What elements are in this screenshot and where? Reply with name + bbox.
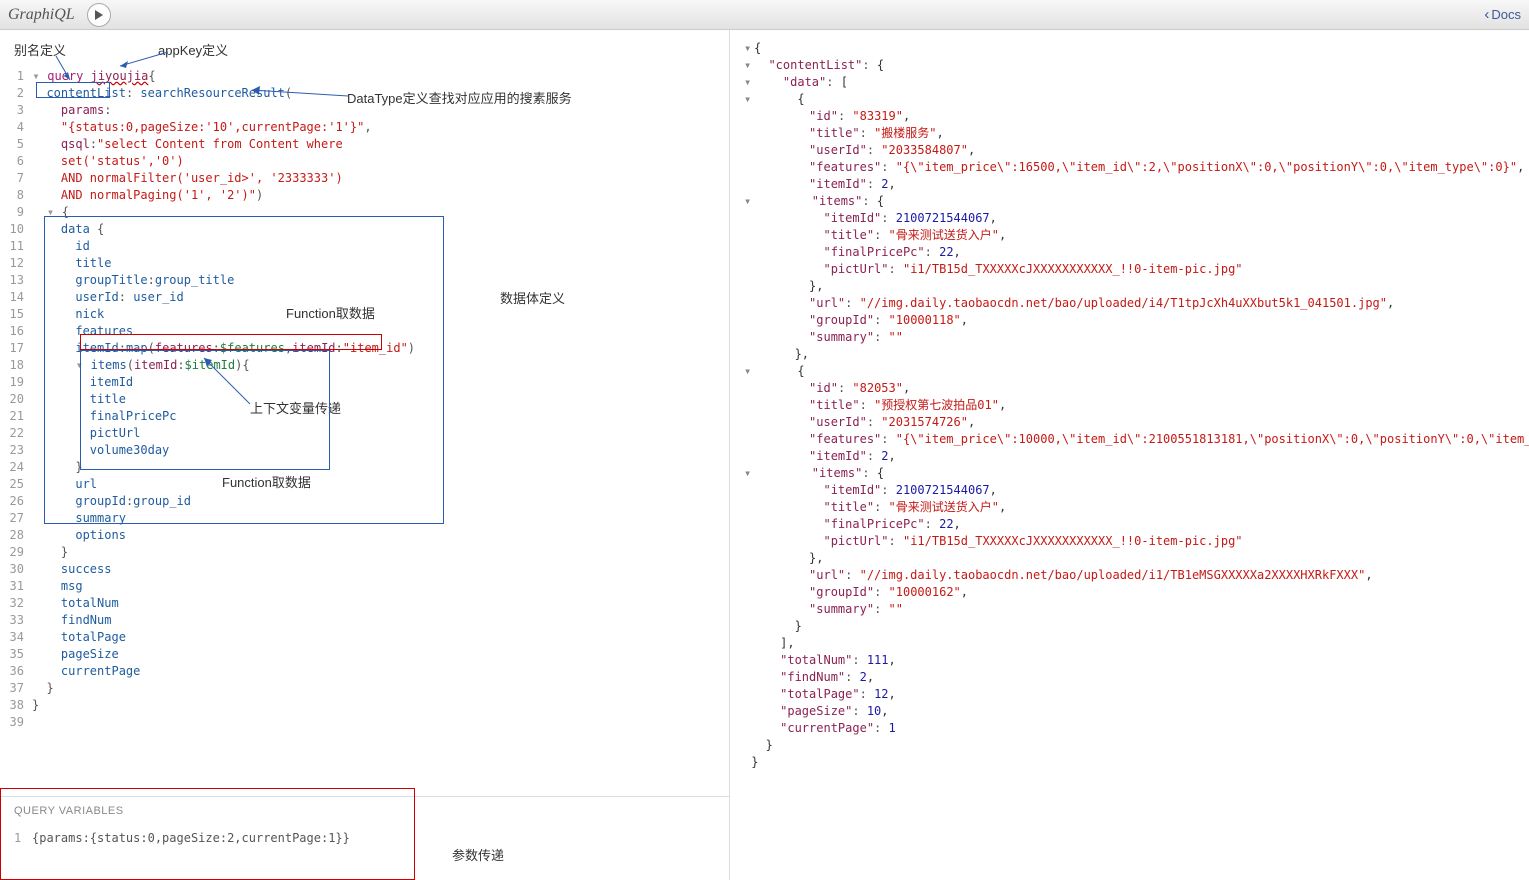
qv-content[interactable]: {params:{status:0,pageSize:2,currentPage… [32,831,350,874]
docs-button[interactable]: ‹ Docs [1484,6,1521,23]
query-variables-header[interactable]: QUERY VARIABLES [0,796,729,825]
query-variables-editor[interactable]: 1 {params:{status:0,pageSize:2,currentPa… [0,825,729,880]
arrow-appkey [118,50,178,70]
run-button[interactable] [87,3,111,27]
play-icon [94,10,104,20]
annotation-appkey-def: appKey定义 [158,42,228,59]
chevron-left-icon: ‹ [1484,6,1489,23]
topbar: GraphiQL ‹ Docs [0,0,1529,30]
app-title: GraphiQL [8,6,75,24]
line-gutter: 1234567891011121314151617181920212223242… [0,30,30,731]
code-area[interactable]: ▾ query jiyoujia{ contentList: searchRes… [32,68,729,731]
query-editor[interactable]: 1234567891011121314151617181920212223242… [0,30,729,796]
editor-pane: 1234567891011121314151617181920212223242… [0,30,730,880]
result-pane[interactable]: ▾{ ▾ "contentList": { ▾ "data": [ ▾ { "i… [730,30,1529,880]
qv-line-number: 1 [14,831,32,874]
docs-label: Docs [1491,7,1521,22]
main-area: 1234567891011121314151617181920212223242… [0,30,1529,880]
